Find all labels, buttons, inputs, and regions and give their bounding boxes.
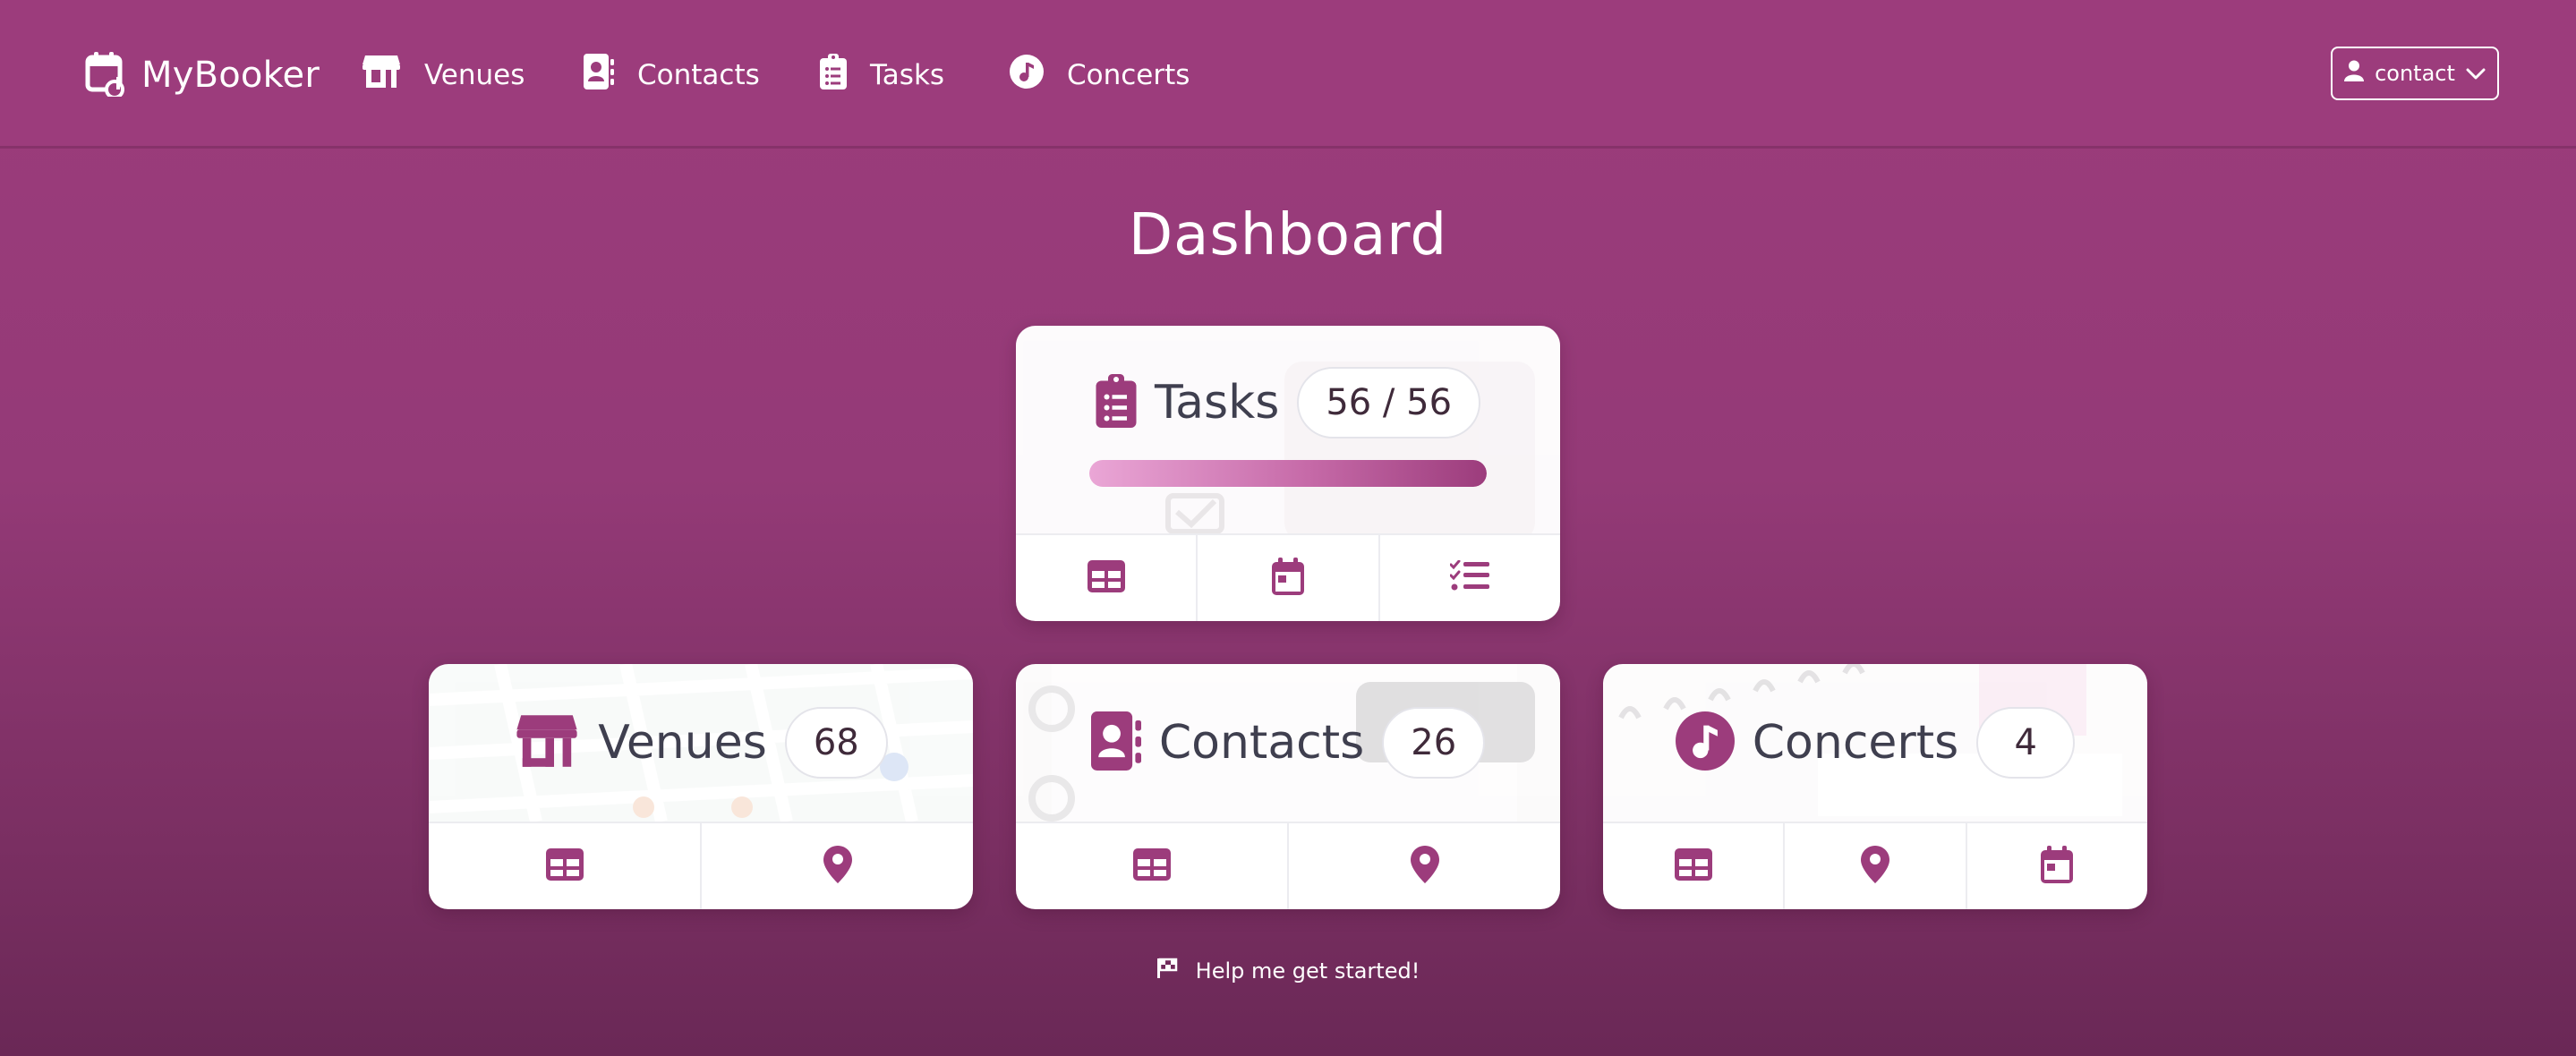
table-icon: [1132, 848, 1171, 884]
store-icon: [514, 712, 580, 773]
help-link-label: Help me get started!: [1195, 958, 1420, 984]
tasks-card-header[interactable]: Tasks 56 / 56: [1016, 326, 1560, 533]
navbar: MyBooker Venues Contacts Tasks Concerts …: [0, 0, 2576, 149]
flag-checkered-icon: [1156, 958, 1178, 984]
tasks-progress-bar: [1089, 460, 1487, 487]
concerts-calendar-button[interactable]: [1967, 823, 2147, 909]
nav-venues-label: Venues: [424, 59, 525, 91]
venues-card: Venues 68: [429, 664, 973, 909]
nav-venues[interactable]: Venues: [362, 50, 525, 100]
venues-table-button[interactable]: [429, 823, 702, 909]
clipboard-list-icon: [1096, 374, 1137, 431]
venues-card-actions: [429, 822, 973, 909]
nav-concerts-label: Concerts: [1067, 59, 1190, 91]
music-note-icon: [1010, 55, 1044, 96]
chevron-down-icon: [2466, 61, 2486, 86]
music-note-icon: [1675, 711, 1735, 774]
nav-tasks-label: Tasks: [870, 59, 945, 91]
contacts-card: Contacts 26: [1016, 664, 1560, 909]
tasks-card-heading: Tasks 56 / 56: [1096, 367, 1481, 439]
tasks-card-title: Tasks: [1154, 376, 1280, 430]
calendar-icon: [2041, 846, 2074, 887]
user-menu-label: contact: [2375, 61, 2455, 86]
map-pin-icon: [1410, 846, 1439, 887]
address-book-icon: [1090, 711, 1141, 774]
page-title: Dashboard: [1128, 202, 1448, 268]
contacts-table-button[interactable]: [1016, 823, 1289, 909]
calendar-music-icon: [84, 50, 125, 100]
tasks-progress-fill: [1089, 460, 1487, 487]
venues-card-title: Venues: [598, 716, 767, 770]
concerts-card-actions: [1603, 822, 2147, 909]
calendar-icon: [1271, 558, 1304, 599]
venues-map-button[interactable]: [702, 823, 973, 909]
user-menu-button[interactable]: contact: [2331, 47, 2499, 100]
venues-card-header[interactable]: Venues 68: [429, 664, 973, 822]
concerts-card-title: Concerts: [1752, 716, 1959, 770]
tasks-card: Tasks 56 / 56: [1016, 326, 1560, 621]
table-icon: [545, 848, 584, 884]
concerts-card-header[interactable]: Concerts 4: [1603, 664, 2147, 822]
tasks-table-button[interactable]: [1016, 535, 1198, 621]
nav-tasks[interactable]: Tasks: [820, 50, 944, 100]
concerts-card-heading: Concerts 4: [1675, 707, 2076, 779]
table-icon: [1087, 560, 1125, 596]
user-icon: [2344, 60, 2365, 87]
checklist-icon: [1449, 559, 1490, 596]
tasks-calendar-button[interactable]: [1198, 535, 1380, 621]
contacts-card-heading: Contacts 26: [1090, 707, 1486, 779]
concerts-map-button[interactable]: [1785, 823, 1967, 909]
contacts-card-header[interactable]: Contacts 26: [1016, 664, 1560, 822]
tasks-checklist-button[interactable]: [1380, 535, 1560, 621]
contacts-card-title: Contacts: [1158, 716, 1365, 770]
brand-link[interactable]: MyBooker: [84, 50, 320, 100]
clipboard-list-icon: [820, 54, 847, 97]
table-icon: [1674, 848, 1712, 884]
concerts-table-button[interactable]: [1603, 823, 1786, 909]
map-pin-icon: [1860, 846, 1889, 887]
nav-contacts[interactable]: Contacts: [584, 50, 760, 100]
brand-name: MyBooker: [141, 55, 320, 96]
contacts-map-button[interactable]: [1289, 823, 1560, 909]
concerts-card: Concerts 4: [1603, 664, 2147, 909]
store-icon: [362, 54, 401, 97]
contacts-card-actions: [1016, 822, 1560, 909]
nav-contacts-label: Contacts: [637, 59, 760, 91]
contacts-count-badge: 26: [1382, 707, 1486, 779]
map-pin-icon: [823, 846, 852, 887]
help-link[interactable]: Help me get started!: [0, 958, 2576, 984]
nav-concerts[interactable]: Concerts: [1010, 50, 1190, 100]
venues-card-heading: Venues 68: [514, 707, 888, 779]
tasks-card-actions: [1016, 533, 1560, 621]
address-book-icon: [584, 54, 614, 97]
concerts-count-badge: 4: [1976, 707, 2076, 779]
venues-count-badge: 68: [784, 707, 888, 779]
tasks-count-badge: 56 / 56: [1297, 367, 1481, 439]
